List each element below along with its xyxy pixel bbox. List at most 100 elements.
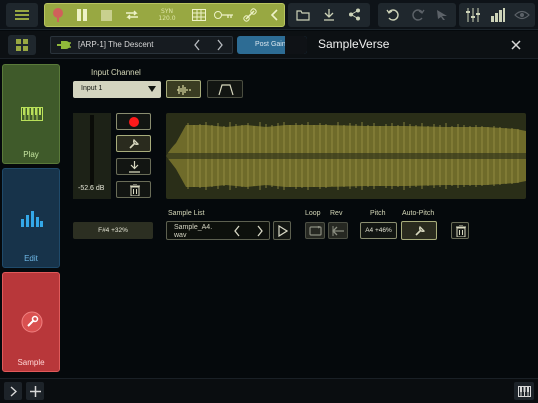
hamburger-icon (15, 9, 29, 21)
post-gain-label: Post Gain (255, 41, 286, 48)
record-sample-button[interactable] (116, 113, 151, 130)
record-icon (129, 117, 139, 127)
plugin-grid-button[interactable] (8, 35, 36, 55)
pitch-value-box[interactable]: A4 +46% (360, 222, 397, 239)
top-toolbar: SYN 120.0 (0, 0, 538, 30)
delete-sample-button[interactable] (451, 222, 469, 239)
share-icon[interactable] (348, 8, 361, 21)
cursor-icon[interactable] (436, 9, 448, 21)
auto-pitch-button[interactable] (401, 221, 437, 240)
tab-edit[interactable]: Edit (2, 168, 60, 268)
rev-label: Rev (330, 210, 343, 217)
mixer-icon[interactable] (465, 8, 481, 22)
keyboard-toggle-button[interactable] (514, 382, 534, 400)
reverse-icon (332, 226, 345, 236)
sample-list-label: Sample List (168, 210, 205, 217)
keyboard-icon (21, 107, 43, 121)
loop-icon (309, 226, 322, 236)
pitch-value: A4 +46% (365, 227, 392, 234)
post-gain-control[interactable]: Post Gain (237, 36, 307, 54)
input-mode-envelope-button[interactable] (207, 80, 243, 98)
expand-button[interactable] (4, 382, 22, 400)
plug-icon (57, 39, 71, 51)
tab-edit-label: Edit (24, 254, 38, 263)
loop-icon (124, 9, 140, 21)
meter-bar (90, 115, 94, 185)
import-sample-button[interactable] (116, 158, 151, 175)
close-icon[interactable] (511, 40, 521, 50)
edit-sample-button[interactable] (116, 135, 151, 152)
file-actions-group (288, 3, 370, 27)
plus-icon (29, 385, 41, 397)
add-button[interactable] (26, 382, 44, 400)
reverse-toggle[interactable] (328, 222, 348, 239)
delete-recording-button[interactable] (116, 181, 151, 198)
play-sample-button[interactable] (273, 221, 291, 240)
tab-play[interactable]: Play (2, 64, 60, 164)
grid-squares-icon (16, 39, 28, 51)
chevron-right-icon[interactable] (256, 225, 264, 237)
piano-icon (517, 385, 531, 397)
redo-icon[interactable] (411, 8, 425, 22)
tab-play-label: Play (23, 150, 39, 159)
sample-list-selector[interactable]: Sample_A4. wav (166, 221, 270, 240)
bottom-bar (0, 378, 538, 403)
record-icon (52, 7, 64, 23)
input-channel-value: Input 1 (81, 85, 103, 92)
grid-button[interactable] (191, 4, 207, 26)
waveform-display[interactable] (166, 113, 526, 199)
wrench-icon (21, 311, 43, 333)
post-gain-knob[interactable] (285, 36, 307, 54)
edit-actions-group (378, 3, 456, 27)
input-channel-select[interactable]: Input 1 (73, 81, 161, 98)
level-icon[interactable] (491, 8, 505, 22)
loop-button[interactable] (122, 4, 142, 26)
sync-label: SYN (161, 8, 173, 15)
tempo-value: 120.0 (158, 15, 176, 22)
stop-button[interactable] (97, 4, 115, 26)
note-display-value: F#4 +32% (98, 227, 128, 234)
stop-icon (100, 9, 112, 21)
chevron-right-icon[interactable] (216, 39, 224, 51)
play-icon (278, 225, 288, 237)
input-mode-waveform-button[interactable] (166, 80, 201, 98)
eye-icon[interactable] (514, 10, 530, 20)
meter-value: -52.6 dB (78, 185, 105, 192)
mixer-actions-group (459, 3, 535, 27)
trash-icon (130, 184, 140, 196)
sample-name: Sample_A4. wav (174, 224, 213, 239)
download-icon[interactable] (323, 8, 335, 21)
record-button[interactable] (49, 4, 67, 26)
waveform-graphic (166, 122, 526, 190)
link-button[interactable] (241, 4, 259, 26)
tab-sample-label: Sample (17, 358, 45, 367)
folder-icon[interactable] (296, 9, 310, 21)
envelope-icon (218, 84, 234, 96)
download-icon (129, 161, 140, 173)
tab-sample[interactable]: Sample (2, 272, 60, 372)
link-icon (243, 8, 257, 22)
pitch-label: Pitch (370, 210, 386, 217)
note-display: F#4 +32% (73, 222, 153, 239)
loop-toggle[interactable] (305, 222, 325, 239)
collapse-button[interactable] (267, 4, 281, 26)
wrench-icon (128, 138, 140, 150)
pause-icon (76, 9, 88, 21)
trash-icon (456, 225, 466, 237)
input-channel-label: Input Channel (91, 68, 141, 77)
undo-icon[interactable] (386, 8, 400, 22)
transport-bar: SYN 120.0 (44, 3, 285, 27)
wrench-icon (414, 225, 426, 237)
dropdown-arrow-icon (148, 86, 156, 92)
pause-button[interactable] (73, 4, 91, 26)
grid-icon (192, 9, 206, 21)
tempo-display[interactable]: SYN 120.0 (150, 4, 184, 26)
key-button[interactable] (213, 4, 235, 26)
chevron-left-icon (270, 9, 278, 21)
chevron-left-icon[interactable] (233, 225, 241, 237)
loop-label: Loop (305, 210, 321, 217)
chevron-left-icon[interactable] (193, 39, 201, 51)
key-icon (214, 10, 234, 20)
equalizer-icon (21, 209, 43, 227)
menu-button[interactable] (6, 3, 38, 27)
